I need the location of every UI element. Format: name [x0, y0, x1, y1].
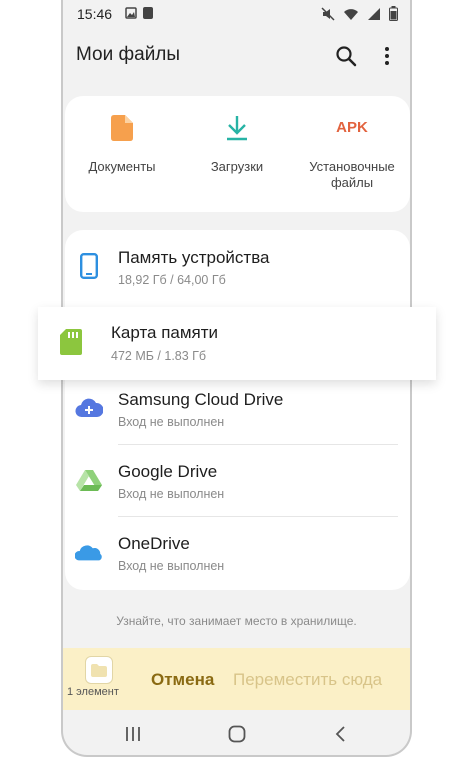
storage-item-google-drive[interactable]: Google Drive Вход не выполнен	[65, 444, 410, 514]
storage-item-sd-card[interactable]: Карта памяти 472 МБ / 1.83 Гб	[38, 307, 436, 380]
category-downloads[interactable]: Загрузки	[182, 110, 292, 175]
storage-status: Вход не выполнен	[118, 415, 225, 429]
move-action-bar: 1 элемент Отмена Переместить сюда	[63, 648, 410, 710]
download-icon	[227, 116, 247, 141]
navigation-bar	[63, 710, 410, 755]
back-icon[interactable]	[331, 724, 351, 744]
storage-name: Google Drive	[118, 462, 218, 481]
search-icon[interactable]	[334, 44, 358, 68]
storage-item-device[interactable]: Память устройства 18,92 Гб / 64,00 Гб	[65, 230, 410, 300]
status-bar: 15:46	[63, 0, 410, 28]
storage-usage: 18,92 Гб / 64,00 Гб	[118, 273, 226, 287]
storage-status: Вход не выполнен	[118, 487, 225, 501]
wifi-icon	[344, 8, 358, 20]
signal-icon	[368, 7, 380, 20]
mute-icon	[321, 6, 335, 21]
home-icon[interactable]	[227, 724, 247, 744]
gallery-notification-icon	[125, 7, 137, 19]
storage-name: Samsung Cloud Drive	[118, 390, 284, 409]
onedrive-icon	[75, 545, 102, 561]
more-options-icon[interactable]	[382, 44, 392, 68]
status-time: 15:46	[77, 6, 113, 22]
categories-card: Документы Загрузки APK Установочные файл…	[65, 96, 410, 212]
document-icon	[111, 115, 133, 141]
storage-name: Карта памяти	[111, 323, 219, 342]
category-label: Установочные файлы	[309, 159, 395, 190]
move-here-button[interactable]: Переместить сюда	[233, 670, 382, 690]
storage-name: OneDrive	[118, 534, 190, 553]
storage-item-samsung-cloud[interactable]: Samsung Cloud Drive Вход не выполнен	[65, 372, 410, 442]
folder-icon	[91, 663, 107, 677]
storage-name: Память устройства	[118, 248, 270, 267]
google-drive-icon	[76, 470, 102, 491]
sd-notification-icon	[143, 7, 153, 19]
storage-status: Вход не выполнен	[118, 559, 225, 573]
category-label: Загрузки	[210, 159, 264, 174]
category-documents[interactable]: Документы	[67, 110, 177, 175]
storage-item-onedrive[interactable]: OneDrive Вход не выполнен	[65, 516, 410, 586]
selected-item-thumbnail	[85, 656, 113, 684]
category-installation-files[interactable]: APK Установочные файлы	[297, 110, 407, 191]
samsung-cloud-icon	[75, 398, 103, 418]
storage-hint-link[interactable]: Узнайте, что занимает место в хранилище.	[63, 614, 410, 628]
storage-usage: 472 МБ / 1.83 Гб	[111, 349, 207, 363]
battery-icon	[389, 6, 398, 21]
storage-card: Память устройства 18,92 Гб / 64,00 Гб Sa…	[65, 230, 410, 590]
apk-icon: APK	[336, 119, 368, 136]
phone-icon	[80, 253, 98, 279]
recent-apps-icon[interactable]	[123, 724, 143, 744]
page-title: Мои файлы	[76, 44, 181, 65]
sd-card-icon	[60, 329, 82, 355]
selected-count: 1 элемент	[67, 686, 119, 698]
app-bar: Мои файлы	[63, 34, 410, 78]
category-label: Документы	[88, 159, 156, 174]
cancel-button[interactable]: Отмена	[151, 670, 214, 690]
